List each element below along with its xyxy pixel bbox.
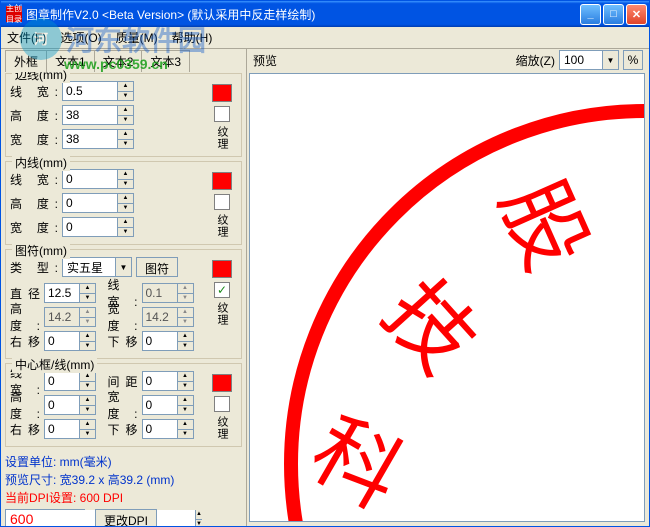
group-center-label: 中心框/线(mm) [12, 356, 97, 373]
tab-text3[interactable]: 文本3 [141, 50, 190, 72]
symbol-linewidth-input: ▲▼ [142, 283, 194, 303]
border-linewidth-input[interactable]: ▲▼ [62, 81, 134, 101]
preview-size-label: 预览尺寸: 宽39.2 x 高39.2 (mm) [5, 471, 242, 489]
unit-label: 设置单位: mm(毫米) [5, 453, 242, 471]
left-panel: 外框 文本1 文本2 文本3 边线(mm) 线 宽: ▲▼ 高 度: ▲▼ 宽 … [1, 49, 247, 526]
right-panel: 预览 缩放(Z) 100 ▼ % 科 技 股 [247, 49, 649, 526]
symbol-type-combo[interactable]: 实五星▼ [62, 257, 132, 277]
menu-file[interactable]: 文件(F) [7, 29, 46, 46]
menu-quality[interactable]: 质量(M) [116, 29, 158, 46]
preview-title: 预览 [253, 52, 512, 69]
border-width-input[interactable]: ▲▼ [62, 129, 134, 149]
inner-width-input[interactable]: ▲▼ [62, 217, 134, 237]
zoom-label: 缩放(Z) [516, 52, 555, 69]
group-center: 中心框/线(mm) 线 宽: ▲▼ 高 度: ▲▼ 右移 ▲▼ 间距 [5, 363, 242, 447]
menu-help[interactable]: 帮助(H) [172, 29, 213, 46]
tabs: 外框 文本1 文本2 文本3 [5, 51, 242, 71]
center-height-input[interactable]: ▲▼ [44, 395, 96, 415]
info-lines: 设置单位: mm(毫米) 预览尺寸: 宽39.2 x 高39.2 (mm) 当前… [5, 453, 242, 507]
maximize-button[interactable]: □ [603, 4, 624, 25]
inner-color-swatch[interactable] [212, 172, 232, 190]
group-symbol-label: 图符(mm) [12, 242, 70, 259]
symbol-button[interactable]: 图符 [136, 257, 178, 277]
tab-text2[interactable]: 文本2 [94, 50, 143, 72]
zoom-combo[interactable]: 100 ▼ [559, 50, 619, 70]
center-width-input[interactable]: ▲▼ [142, 395, 194, 415]
dpi-input[interactable]: ▲▼ [5, 509, 85, 526]
inner-height-input[interactable]: ▲▼ [62, 193, 134, 213]
symbol-texture-checkbox[interactable] [214, 282, 230, 298]
inner-linewidth-input[interactable]: ▲▼ [62, 169, 134, 189]
center-linewidth-input[interactable]: ▲▼ [44, 371, 96, 391]
inner-texture-checkbox[interactable] [214, 194, 230, 210]
percent-button[interactable]: % [623, 50, 643, 70]
chevron-down-icon[interactable]: ▼ [115, 258, 131, 276]
center-spacing-input[interactable]: ▲▼ [142, 371, 194, 391]
border-texture-checkbox[interactable] [214, 106, 230, 122]
titlebar: 主创目录 图章制作V2.0 <Beta Version> (默认采用中反走样绘制… [1, 1, 649, 27]
center-right-input[interactable]: ▲▼ [44, 419, 96, 439]
group-innerline-label: 内线(mm) [12, 154, 70, 171]
symbol-down-input[interactable]: ▲▼ [142, 331, 194, 351]
texture-label: 纹理 [214, 126, 230, 150]
group-innerline: 内线(mm) 线 宽: ▲▼ 高 度: ▲▼ 宽 度: ▲▼ 纹理 [5, 161, 242, 245]
border-linewidth-label: 线 宽: [10, 83, 58, 100]
menubar: 文件(F) 选项(O) 质量(M) 帮助(H) [1, 27, 649, 49]
group-border: 边线(mm) 线 宽: ▲▼ 高 度: ▲▼ 宽 度: ▲▼ 纹理 [5, 73, 242, 157]
center-texture-checkbox[interactable] [214, 396, 230, 412]
border-color-swatch[interactable] [212, 84, 232, 102]
spinner-down-icon[interactable]: ▼ [117, 92, 133, 101]
app-icon: 主创目录 [6, 6, 22, 22]
border-height-label: 高 度: [10, 107, 58, 124]
center-down-input[interactable]: ▲▼ [142, 419, 194, 439]
close-button[interactable]: ✕ [626, 4, 647, 25]
border-height-input[interactable]: ▲▼ [62, 105, 134, 125]
dpi-current-label: 当前DPI设置: 600 DPI [5, 489, 242, 507]
chevron-down-icon[interactable]: ▼ [602, 51, 618, 69]
border-width-label: 宽 度: [10, 131, 58, 148]
spinner-up-icon[interactable]: ▲ [117, 82, 133, 92]
preview-canvas[interactable]: 科 技 股 [249, 73, 645, 522]
window-title: 图章制作V2.0 <Beta Version> (默认采用中反走样绘制) [26, 6, 580, 23]
center-color-swatch[interactable] [212, 374, 232, 392]
symbol-color-swatch[interactable] [212, 260, 232, 278]
symbol-right-input[interactable]: ▲▼ [44, 331, 96, 351]
menu-options[interactable]: 选项(O) [60, 29, 101, 46]
symbol-height-input: ▲▼ [44, 307, 96, 327]
change-dpi-button[interactable]: 更改DPI [95, 509, 157, 526]
group-symbol: 图符(mm) 类 型: 实五星▼ 图符 直径 ▲▼ 高 度: ▲▼ 右移 [5, 249, 242, 359]
minimize-button[interactable]: _ [580, 4, 601, 25]
tab-outer[interactable]: 外框 [5, 50, 47, 72]
symbol-width-input: ▲▼ [142, 307, 194, 327]
symbol-diameter-input[interactable]: ▲▼ [44, 283, 96, 303]
